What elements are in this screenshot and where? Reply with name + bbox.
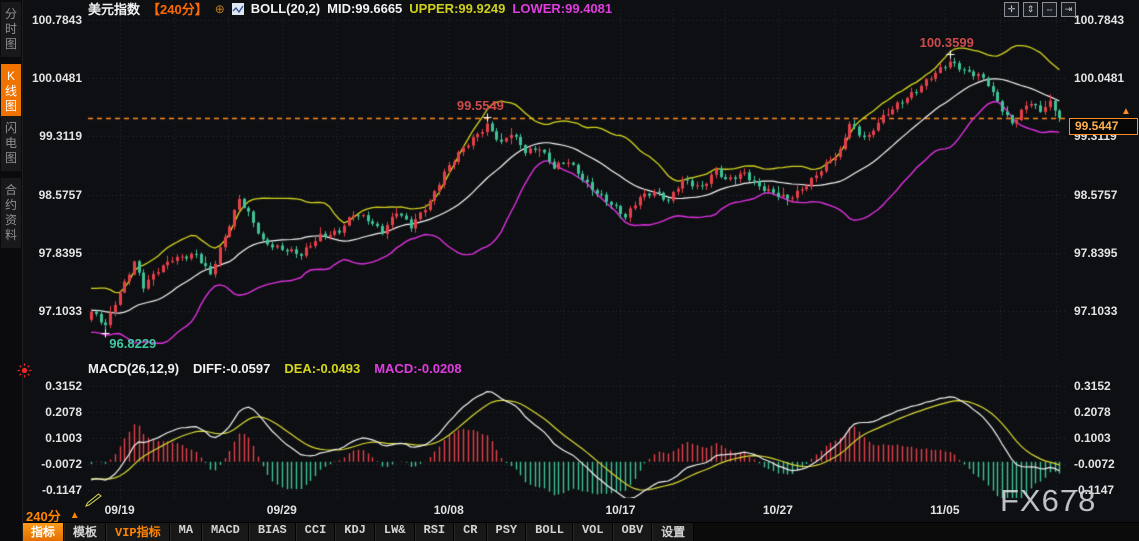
symbol-name: 美元指数 bbox=[88, 2, 141, 17]
price-axis-label: 97.8395 bbox=[1074, 245, 1118, 260]
toolbar-button-MA[interactable]: MA bbox=[169, 523, 203, 541]
macd-axis-label: 0.1003 bbox=[45, 430, 82, 445]
app-window: 美元指数 【240分】 ⊕ BOLL(20,2) MID:99.6665 UPP… bbox=[0, 0, 1139, 541]
toolbar-button-OBV[interactable]: OBV bbox=[612, 523, 653, 541]
price-axis-label: 98.5757 bbox=[1074, 187, 1118, 202]
circle-plus-icon[interactable]: ⊕ bbox=[215, 2, 225, 16]
boll-indicator-label[interactable]: BOLL(20,2) bbox=[251, 1, 320, 16]
toolbar-button-RSI[interactable]: RSI bbox=[414, 523, 455, 541]
pan-right-icon[interactable]: ⇥ bbox=[1061, 2, 1076, 17]
indicator-toolbar: 指标 模板 VIP指标 MA MACD BIAS CCI KDJ LW& RSI CR PSY BOLL… bbox=[22, 522, 1139, 541]
current-price-box: 99.5447 bbox=[1069, 118, 1138, 135]
toolbar-button-VOL[interactable]: VOL bbox=[572, 523, 613, 541]
macd-axis-label: -0.0072 bbox=[1074, 456, 1115, 471]
toolbar-button-LWx[interactable]: LW& bbox=[374, 523, 415, 541]
macd-axis-label: -0.0072 bbox=[41, 456, 82, 471]
macd-diff-value: DIFF:-0.0597 bbox=[193, 361, 271, 376]
price-axis-label: 99.3119 bbox=[39, 129, 82, 144]
sidebar: 分 时 图 K 线 图闪 电 图合 约 资 料 bbox=[0, 0, 32, 541]
macd-axis-label: 0.1003 bbox=[1074, 430, 1111, 445]
period-label[interactable]: 【240分】 bbox=[147, 0, 208, 18]
price-extreme-annotation: 99.5549 bbox=[456, 98, 504, 114]
watermark: FX678 bbox=[1000, 483, 1097, 518]
toolbar-button-KDJ[interactable]: KDJ bbox=[335, 523, 375, 541]
price-extreme-annotation: 96.8229 bbox=[109, 336, 157, 352]
period-up-arrow-icon[interactable]: ▲ bbox=[70, 510, 80, 521]
price-axis-label: 100.0481 bbox=[1074, 71, 1125, 86]
xaxis-date-label: 10/27 bbox=[762, 503, 793, 517]
xaxis-date-label: 09/29 bbox=[266, 503, 297, 517]
toolbar-button-xx[interactable]: 设置 bbox=[652, 523, 695, 541]
price-axis-label: 100.7843 bbox=[31, 13, 82, 27]
macd-header: MACD(26,12,9) DIFF:-0.0597 DEA:-0.0493 M… bbox=[88, 361, 462, 376]
chart-tool-icons: ✛ ⇕ ⇔ ⇥ bbox=[1004, 2, 1076, 17]
price-axis-label: 98.5757 bbox=[38, 187, 82, 202]
sidebar-tab-4[interactable]: 合 约 资 料 bbox=[1, 178, 21, 248]
sidebar-tab-2[interactable]: K 线 图 bbox=[1, 64, 21, 119]
sidebar-tab-3[interactable]: 闪 电 图 bbox=[1, 116, 21, 171]
toolbar-button-xx[interactable]: 模板 bbox=[64, 523, 107, 541]
price-marker-arrow-icon: ▲ bbox=[1121, 106, 1131, 117]
macd-axis-label: 0.2078 bbox=[1074, 404, 1111, 419]
macd-axis-label: 0.3152 bbox=[1074, 378, 1111, 393]
macd-hist-value: MACD:-0.0208 bbox=[374, 361, 462, 376]
xaxis-date-label: 11/05 bbox=[930, 503, 960, 517]
boll-mid-value: MID:99.6665 bbox=[327, 1, 403, 16]
chart-canvas[interactable] bbox=[0, 0, 1139, 541]
pencil-draw-cursor-icon bbox=[85, 493, 102, 507]
vertical-scale-icon[interactable]: ⇕ bbox=[1023, 2, 1038, 17]
macd-axis-label: -0.1147 bbox=[41, 482, 82, 497]
toolbar-button-BIAS[interactable]: BIAS bbox=[248, 523, 296, 541]
macd-dea-value: DEA:-0.0493 bbox=[284, 361, 361, 376]
boll-upper-value: UPPER:99.9249 bbox=[409, 1, 506, 16]
price-axis-label: 97.1033 bbox=[38, 303, 82, 318]
price-extreme-annotation: 100.3599 bbox=[919, 34, 974, 50]
alarm-icon[interactable] bbox=[17, 363, 32, 378]
toolbar-button-xx[interactable]: 指标 bbox=[22, 523, 65, 541]
boll-lower-value: LOWER:99.4081 bbox=[512, 1, 613, 16]
toolbar-button-PSY[interactable]: PSY bbox=[486, 523, 527, 541]
toolbar-button-CR[interactable]: CR bbox=[454, 523, 487, 541]
macd-axis-label: 0.3152 bbox=[45, 378, 82, 393]
chart-title-bar: 美元指数 【240分】 ⊕ BOLL(20,2) MID:99.6665 UPP… bbox=[88, 0, 613, 18]
toolbar-button-MACD[interactable]: MACD bbox=[202, 523, 249, 541]
macd-indicator-label[interactable]: MACD(26,12,9) bbox=[88, 361, 179, 376]
price-axis-label: 100.0481 bbox=[31, 71, 82, 86]
macd-axis-label: 0.2078 bbox=[45, 404, 82, 419]
toolbar-button-BOLL[interactable]: BOLL bbox=[526, 523, 573, 541]
toolbar-button-VIPxx[interactable]: VIP指标 bbox=[106, 523, 170, 541]
crosshair-icon[interactable]: ✛ bbox=[1004, 2, 1019, 17]
sidebar-tab-1[interactable]: 分 时 图 bbox=[1, 2, 21, 57]
price-axis-label: 100.7843 bbox=[1074, 13, 1125, 27]
toolbar-button-CCI[interactable]: CCI bbox=[295, 523, 336, 541]
kline-chart-icon[interactable] bbox=[231, 2, 244, 15]
price-axis-label: 97.1033 bbox=[1074, 303, 1118, 318]
xaxis-date-label: 10/17 bbox=[605, 503, 636, 517]
xaxis-date-label: 10/08 bbox=[433, 503, 464, 517]
horizontal-scale-icon[interactable]: ⇔ bbox=[1042, 2, 1057, 17]
price-axis-label: 97.8395 bbox=[38, 245, 82, 260]
